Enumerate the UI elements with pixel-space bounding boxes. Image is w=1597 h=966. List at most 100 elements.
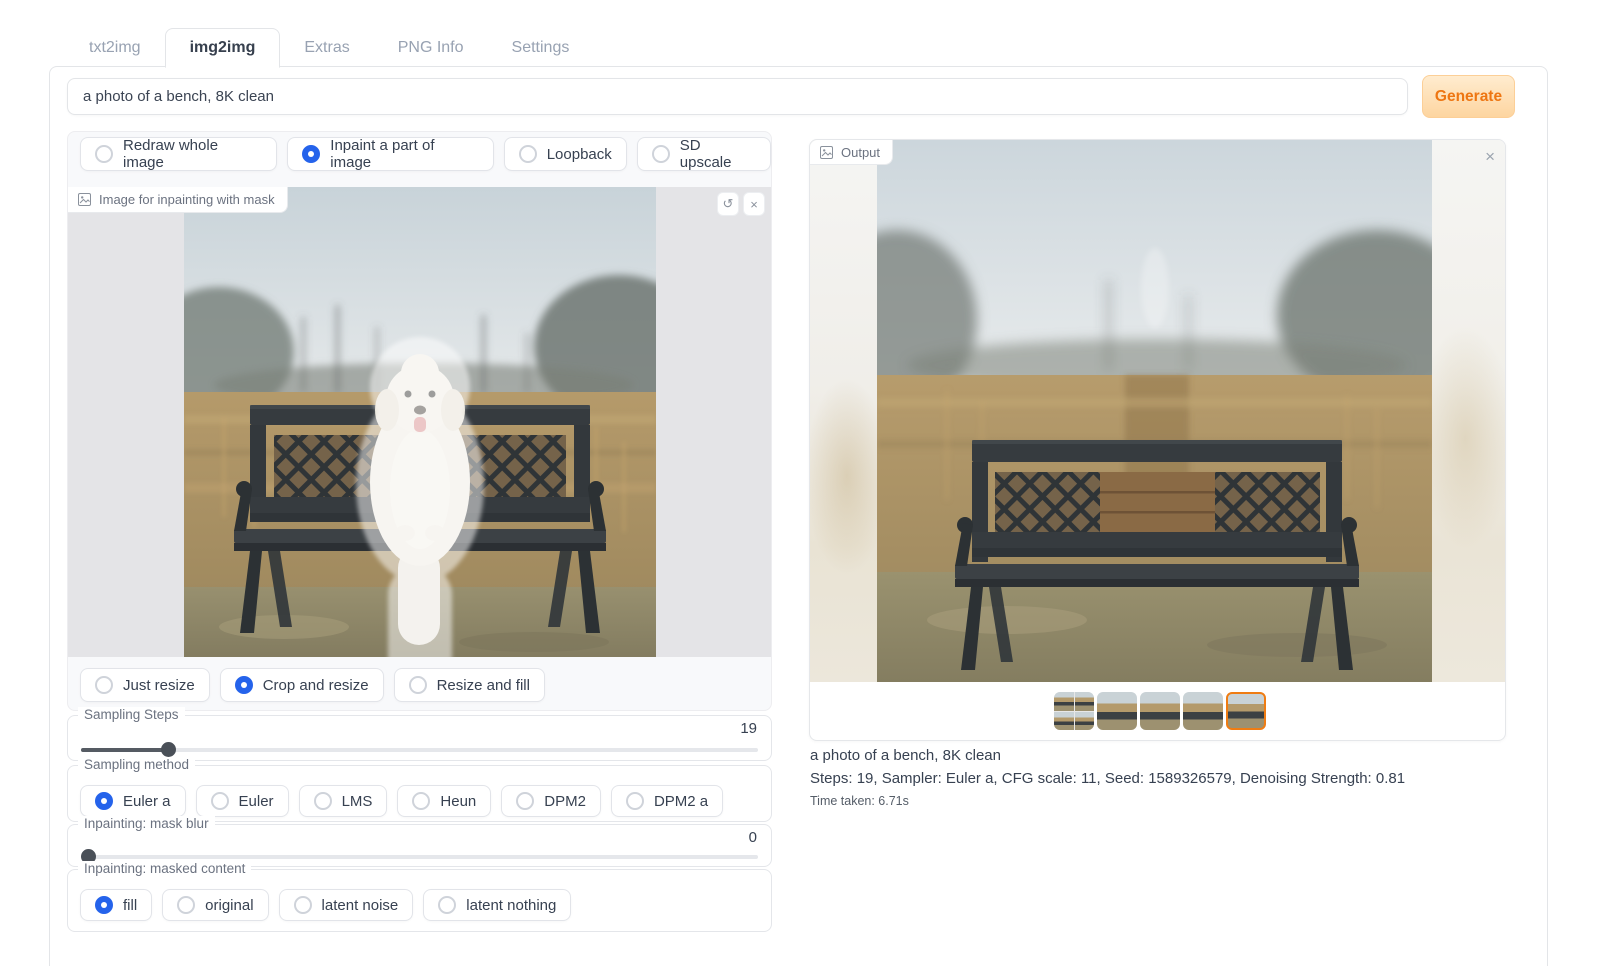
radio-unchecked-icon xyxy=(438,896,456,914)
sampler-option-dpm2[interactable]: DPM2 xyxy=(501,785,601,817)
masked-content-field: Inpainting: masked content fill original… xyxy=(67,869,772,932)
tab-img2img[interactable]: img2img xyxy=(165,28,281,68)
image-area-label: Image for inpainting with mask xyxy=(99,192,275,207)
radio-checked-icon xyxy=(302,145,320,163)
radio-unchecked-icon xyxy=(95,145,113,163)
sampler-option-heun[interactable]: Heun xyxy=(397,785,491,817)
radio-unchecked-icon xyxy=(95,676,113,694)
sampler-option-euler-a[interactable]: Euler a xyxy=(80,785,186,817)
thumbnail-result-1[interactable] xyxy=(1097,692,1137,730)
radio-unchecked-icon xyxy=(626,792,644,810)
radio-unchecked-icon xyxy=(409,676,427,694)
radio-unchecked-icon xyxy=(294,896,312,914)
radio-unchecked-icon xyxy=(211,792,229,810)
output-label-chip: Output xyxy=(810,140,893,165)
masked-content-option-original[interactable]: original xyxy=(162,889,268,921)
output-panel: Output × xyxy=(809,139,1506,741)
output-image-left-edge xyxy=(810,140,877,682)
picture-icon xyxy=(820,146,833,159)
resize-option-label: Crop and resize xyxy=(263,677,369,694)
sampler-option-label: Euler xyxy=(239,793,274,810)
slider-thumb[interactable] xyxy=(161,742,176,757)
sampler-option-label: LMS xyxy=(342,793,373,810)
inpaint-mode-radio-group: Redraw whole image Inpaint a part of ima… xyxy=(80,137,771,171)
masked-content-radio-group: fill original latent noise latent nothin… xyxy=(80,889,571,921)
image-toolbar: ↺ × xyxy=(717,192,765,216)
thumbnail-grid-all-results[interactable] xyxy=(1054,692,1094,730)
close-output-icon[interactable]: × xyxy=(1485,148,1495,165)
radio-unchecked-icon xyxy=(314,792,332,810)
sampling-steps-field: Sampling Steps 19 xyxy=(67,715,772,761)
mode-option-label: Loopback xyxy=(547,146,612,163)
inpaint-image-canvas[interactable]: Image for inpainting with mask ↺ × xyxy=(68,187,771,657)
sampler-option-label: DPM2 xyxy=(544,793,586,810)
thumbnail-result-3[interactable] xyxy=(1183,692,1223,730)
sampler-option-label: Euler a xyxy=(123,793,171,810)
sampling-steps-slider[interactable] xyxy=(81,742,758,757)
inpaint-source-photo xyxy=(184,187,656,657)
mode-option-label: Redraw whole image xyxy=(123,137,262,171)
masked-content-option-fill[interactable]: fill xyxy=(80,889,152,921)
thumbnail-grid-cell xyxy=(1075,712,1095,731)
sampling-steps-value: 19 xyxy=(740,720,757,737)
clear-image-icon[interactable]: × xyxy=(743,192,765,216)
output-caption-parameters: Steps: 19, Sampler: Euler a, CFG scale: … xyxy=(810,770,1405,787)
radio-unchecked-icon xyxy=(516,792,534,810)
radio-unchecked-icon xyxy=(177,896,195,914)
slider-fill xyxy=(81,748,169,752)
sampling-method-radio-group: Euler a Euler LMS Heun DPM2 DPM2 a xyxy=(80,785,723,817)
tab-extras[interactable]: Extras xyxy=(280,29,373,67)
mode-option-label: Inpaint a part of image xyxy=(330,137,478,171)
sampling-method-field: Sampling method Euler a Euler LMS Heun D… xyxy=(67,765,772,822)
sampler-option-dpm2-a[interactable]: DPM2 a xyxy=(611,785,723,817)
output-thumbnail-gallery xyxy=(1054,692,1266,730)
resize-option-label: Just resize xyxy=(123,677,195,694)
radio-checked-icon xyxy=(235,676,253,694)
sampler-option-lms[interactable]: LMS xyxy=(299,785,388,817)
mode-option-inpaint-part[interactable]: Inpaint a part of image xyxy=(287,137,493,171)
resize-option-just-resize[interactable]: Just resize xyxy=(80,668,210,702)
undo-icon[interactable]: ↺ xyxy=(717,192,739,216)
radio-unchecked-icon xyxy=(652,145,670,163)
prompt-row: Generate xyxy=(67,75,1532,119)
mode-option-redraw-whole-image[interactable]: Redraw whole image xyxy=(80,137,277,171)
thumbnail-grid-cell xyxy=(1054,712,1074,731)
masked-content-option-label: fill xyxy=(123,897,137,914)
resize-option-resize-and-fill[interactable]: Resize and fill xyxy=(394,668,545,702)
masked-content-option-label: latent nothing xyxy=(466,897,556,914)
radio-unchecked-icon xyxy=(412,792,430,810)
resize-mode-radio-group: Just resize Crop and resize Resize and f… xyxy=(80,668,545,702)
sampler-option-label: Heun xyxy=(440,793,476,810)
masked-content-option-latent-noise[interactable]: latent noise xyxy=(279,889,414,921)
radio-checked-icon xyxy=(95,896,113,914)
sampling-steps-label: Sampling Steps xyxy=(78,707,185,722)
output-image-right-edge xyxy=(1432,140,1506,682)
mode-option-sd-upscale[interactable]: SD upscale xyxy=(637,137,771,171)
tab-settings[interactable]: Settings xyxy=(488,29,594,67)
mask-blur-value: 0 xyxy=(749,829,757,846)
thumbnail-result-4-selected[interactable] xyxy=(1226,692,1266,730)
img2img-settings-card: Redraw whole image Inpaint a part of ima… xyxy=(67,131,772,711)
output-image[interactable] xyxy=(877,140,1432,682)
resize-option-label: Resize and fill xyxy=(437,677,530,694)
tab-png-info[interactable]: PNG Info xyxy=(374,29,488,67)
output-caption-prompt: a photo of a bench, 8K clean xyxy=(810,747,1001,764)
sampler-option-euler[interactable]: Euler xyxy=(196,785,289,817)
tab-bar: txt2img img2img Extras PNG Info Settings xyxy=(49,29,1548,67)
output-label: Output xyxy=(841,145,880,160)
tab-txt2img[interactable]: txt2img xyxy=(65,29,165,67)
masked-content-option-latent-nothing[interactable]: latent nothing xyxy=(423,889,571,921)
mask-blur-label: Inpainting: mask blur xyxy=(78,816,215,831)
mode-option-label: SD upscale xyxy=(680,137,756,171)
masked-content-label: Inpainting: masked content xyxy=(78,861,251,876)
generate-button[interactable]: Generate xyxy=(1422,75,1515,118)
sampler-option-label: DPM2 a xyxy=(654,793,708,810)
mode-option-loopback[interactable]: Loopback xyxy=(504,137,627,171)
output-caption-time-taken: Time taken: 6.71s xyxy=(810,794,909,808)
main-panel: Generate Redraw whole image Inpaint a pa… xyxy=(49,66,1548,966)
resize-option-crop-and-resize[interactable]: Crop and resize xyxy=(220,668,384,702)
thumbnail-grid-cell xyxy=(1054,692,1074,711)
thumbnail-result-2[interactable] xyxy=(1140,692,1180,730)
prompt-input[interactable] xyxy=(67,78,1408,115)
sampling-method-label: Sampling method xyxy=(78,757,195,772)
